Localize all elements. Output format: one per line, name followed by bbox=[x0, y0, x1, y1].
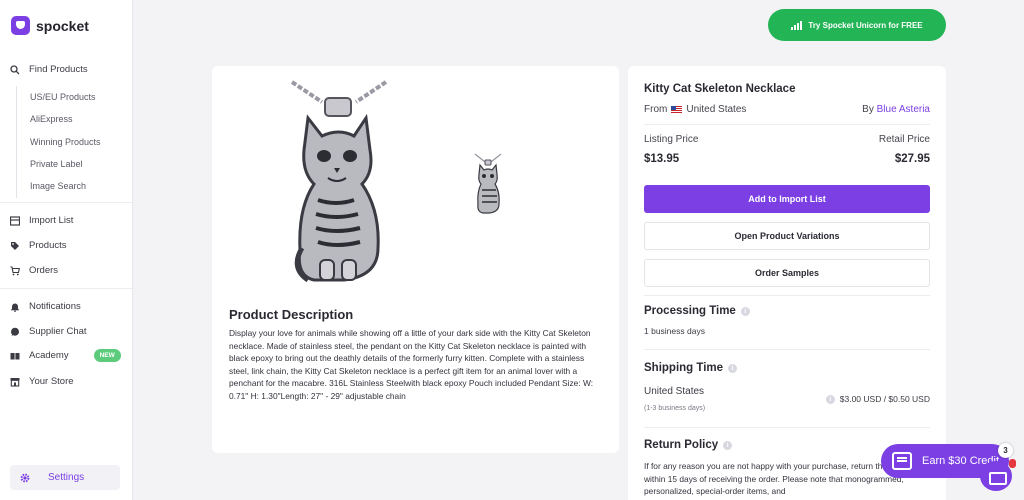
store-icon bbox=[10, 377, 20, 387]
info-icon[interactable]: i bbox=[728, 363, 738, 373]
return-policy-title: Return Policy i bbox=[644, 439, 733, 451]
sidebar-item-label: Settings bbox=[48, 472, 85, 483]
product-origin: From United States bbox=[644, 104, 746, 115]
shipping-days: (1-3 business days) bbox=[644, 405, 706, 412]
chat-bubble-icon bbox=[11, 327, 19, 336]
list-icon bbox=[10, 215, 20, 226]
tag-icon bbox=[11, 241, 19, 250]
card-divider bbox=[644, 349, 930, 350]
processing-time-label: Processing Time bbox=[644, 305, 736, 317]
info-icon[interactable]: i bbox=[740, 306, 750, 316]
sidebar-item-label: Orders bbox=[29, 265, 59, 276]
add-to-import-list-button[interactable]: Add to Import List bbox=[644, 185, 930, 213]
listing-price-value: $13.95 bbox=[644, 153, 680, 165]
sidebar: spocket Find Products US/EU Products Ali… bbox=[0, 0, 133, 500]
find-products-submenu: US/EU Products AliExpress Winning Produc… bbox=[16, 86, 101, 198]
shipping-cost: i $3.00 USD / $0.50 USD bbox=[825, 394, 930, 404]
product-title: Kitty Cat Skeleton Necklace bbox=[644, 83, 796, 95]
product-media-card: Product Description Display your love fo… bbox=[212, 66, 619, 453]
try-unicorn-button[interactable]: Try Spocket Unicorn for FREE bbox=[768, 9, 946, 41]
sidebar-subitem-private-label[interactable]: Private Label bbox=[30, 159, 83, 169]
sidebar-subitem-image-search[interactable]: Image Search bbox=[30, 181, 86, 191]
earn-count-badge: 3 bbox=[998, 443, 1013, 458]
product-description-title: Product Description bbox=[229, 307, 354, 322]
product-thumbnail-image[interactable] bbox=[471, 152, 505, 220]
sidebar-subitem-us-eu[interactable]: US/EU Products bbox=[30, 92, 96, 102]
brand-name: spocket bbox=[36, 17, 89, 34]
sidebar-divider bbox=[0, 288, 132, 289]
sidebar-item-label: Academy bbox=[29, 350, 69, 361]
card-divider bbox=[644, 295, 930, 296]
product-description-text: Display your love for animals while show… bbox=[229, 328, 594, 401]
chat-launcher-button[interactable] bbox=[980, 461, 1012, 491]
sidebar-item-label: Import List bbox=[29, 215, 74, 226]
sidebar-item-import-list[interactable]: Import List bbox=[10, 215, 73, 226]
sidebar-item-label: Products bbox=[29, 240, 67, 251]
processing-time-value: 1 business days bbox=[644, 326, 705, 336]
processing-time-title: Processing Time i bbox=[644, 305, 750, 317]
info-icon[interactable]: i bbox=[723, 440, 733, 450]
sidebar-item-label: Your Store bbox=[29, 376, 74, 387]
shipping-time-label: Shipping Time bbox=[644, 362, 724, 374]
book-icon bbox=[10, 352, 20, 359]
sidebar-item-orders[interactable]: Orders bbox=[10, 265, 58, 276]
open-product-variations-button[interactable]: Open Product Variations bbox=[644, 222, 930, 250]
product-supplier: By Blue Asteria bbox=[862, 104, 930, 115]
try-unicorn-label: Try Spocket Unicorn for FREE bbox=[808, 20, 923, 30]
info-icon[interactable]: i bbox=[825, 394, 835, 404]
sidebar-divider bbox=[0, 202, 132, 203]
shipping-cost-value: $3.00 USD / $0.50 USD bbox=[839, 394, 930, 404]
product-main-image[interactable] bbox=[284, 80, 394, 298]
sidebar-item-supplier-chat[interactable]: Supplier Chat bbox=[10, 326, 87, 337]
listing-price-label: Listing Price bbox=[644, 134, 699, 145]
spocket-logo-icon bbox=[11, 16, 30, 35]
card-divider bbox=[644, 427, 930, 428]
us-flag-icon bbox=[671, 106, 683, 113]
chart-bars-icon bbox=[791, 20, 803, 30]
sidebar-item-your-store[interactable]: Your Store bbox=[10, 376, 74, 387]
sidebar-item-settings[interactable]: Settings bbox=[10, 465, 120, 490]
sidebar-subitem-winning-products[interactable]: Winning Products bbox=[30, 137, 101, 147]
sidebar-item-find-products[interactable]: Find Products bbox=[10, 64, 88, 75]
brand-logo[interactable]: spocket bbox=[11, 16, 89, 35]
sidebar-item-products[interactable]: Products bbox=[10, 240, 67, 251]
shipping-country: United States bbox=[644, 386, 705, 397]
return-policy-label: Return Policy bbox=[644, 439, 719, 451]
retail-price-value: $27.95 bbox=[894, 153, 930, 165]
sidebar-item-notifications[interactable]: Notifications bbox=[10, 301, 81, 312]
sidebar-item-academy[interactable]: Academy NEW bbox=[10, 349, 121, 362]
bell-icon bbox=[11, 303, 19, 312]
card-divider bbox=[644, 124, 930, 125]
product-info-card: Kitty Cat Skeleton Necklace From United … bbox=[628, 66, 946, 500]
origin-country: United States bbox=[686, 104, 747, 115]
retail-price-label: Retail Price bbox=[878, 134, 930, 145]
sidebar-item-label: Supplier Chat bbox=[29, 326, 87, 337]
sidebar-subitem-aliexpress[interactable]: AliExpress bbox=[30, 114, 73, 124]
from-label: From bbox=[644, 104, 668, 115]
search-icon bbox=[10, 64, 20, 74]
chat-notification-dot bbox=[1009, 459, 1016, 468]
cart-icon bbox=[10, 265, 20, 275]
shipping-time-title: Shipping Time i bbox=[644, 362, 738, 374]
sidebar-item-label: Notifications bbox=[29, 301, 81, 312]
new-badge: NEW bbox=[93, 349, 121, 362]
by-label: By bbox=[862, 104, 874, 115]
sidebar-item-label: Find Products bbox=[29, 64, 88, 75]
order-samples-button[interactable]: Order Samples bbox=[644, 259, 930, 287]
gift-card-icon bbox=[892, 452, 912, 470]
gear-icon bbox=[20, 473, 30, 482]
supplier-link[interactable]: Blue Asteria bbox=[877, 104, 930, 115]
